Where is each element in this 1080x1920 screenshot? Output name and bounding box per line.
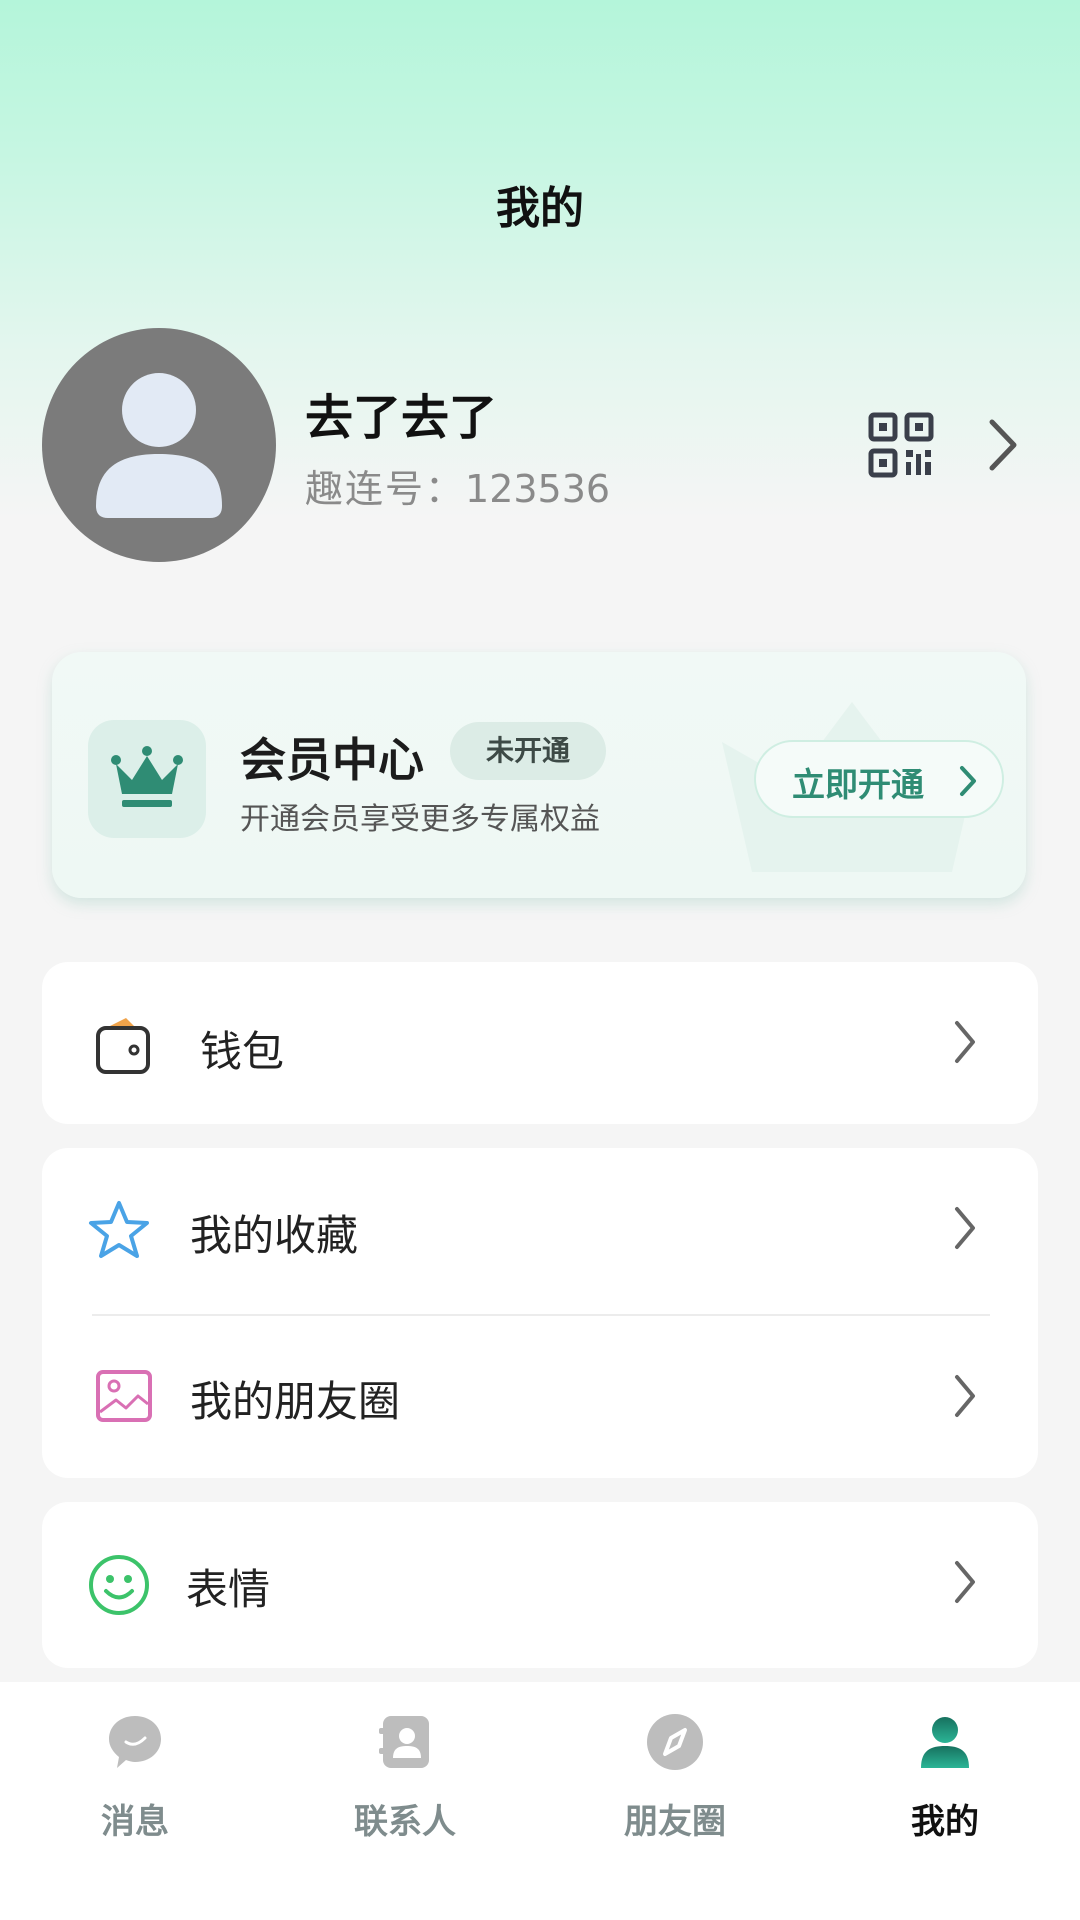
crown-icon (111, 746, 183, 807)
menu-label-stickers: 表情 (186, 1565, 271, 1614)
menu-item-favorites[interactable]: 我的收藏 (42, 1148, 1038, 1308)
wallet-icon (96, 1018, 150, 1074)
open-vip-button[interactable]: 立即开通 (754, 740, 1004, 818)
tab-moments[interactable]: 朋友圈 (540, 1682, 810, 1882)
default-user-icon (96, 373, 222, 518)
avatar[interactable] (42, 328, 276, 562)
qr-code-icon[interactable] (868, 412, 934, 478)
tab-contacts[interactable]: 联系人 (270, 1682, 540, 1882)
menu-label-moments: 我的朋友圈 (190, 1377, 401, 1426)
chevron-right-icon (955, 1561, 975, 1603)
vip-center-card[interactable]: 会员中心 未开通 开通会员享受更多专属权益 立即开通 (52, 652, 1026, 898)
account-id-label: 趣连号： (305, 467, 466, 511)
picture-icon (96, 1370, 152, 1422)
account-id-value: 123536 (465, 467, 611, 511)
person-icon (921, 1717, 969, 1768)
menu-item-stickers[interactable]: 表情 (42, 1502, 1038, 1662)
menu-item-moments[interactable]: 我的朋友圈 (42, 1316, 1038, 1476)
chevron-right-icon (955, 1375, 975, 1417)
chat-bubble-icon (109, 1716, 161, 1768)
tab-label-me: 我的 (911, 1802, 979, 1842)
smile-icon (89, 1555, 149, 1615)
vip-status-badge: 未开通 (450, 722, 606, 780)
wallet-card: 钱包 (42, 962, 1038, 1124)
vip-icon-box (88, 720, 206, 838)
tab-label-messages: 消息 (101, 1802, 169, 1842)
page-title: 我的 (496, 183, 584, 234)
menu-label-wallet: 钱包 (200, 1027, 285, 1076)
chevron-right-icon (960, 766, 976, 796)
contacts-icon (379, 1716, 429, 1768)
chevron-right-icon (955, 1021, 975, 1063)
collection-card: 我的收藏 我的朋友圈 (42, 1148, 1038, 1478)
bottom-tab-bar: 消息 联系人 朋友圈 我的 (0, 1682, 1080, 1920)
star-icon (89, 1201, 149, 1258)
compass-icon (647, 1714, 703, 1770)
tab-label-contacts: 联系人 (354, 1802, 456, 1842)
nickname: 去了去了 (305, 390, 498, 446)
profile-chevron-right-icon[interactable] (982, 412, 1026, 478)
tab-me[interactable]: 我的 (810, 1682, 1080, 1882)
profile-screen: 我的 去了去了 趣连号：123536 会员中心 未开通 开通会员享受更多专属权益… (0, 0, 1080, 1920)
tab-messages[interactable]: 消息 (0, 1682, 270, 1882)
chevron-right-icon (955, 1207, 975, 1249)
menu-label-favorites: 我的收藏 (190, 1211, 359, 1260)
stickers-card: 表情 (42, 1502, 1038, 1668)
menu-item-wallet[interactable]: 钱包 (42, 962, 1038, 1122)
open-vip-button-label: 立即开通 (792, 765, 924, 804)
account-id: 趣连号：123536 (305, 458, 610, 513)
tab-label-moments: 朋友圈 (624, 1802, 726, 1842)
vip-description: 开通会员享受更多专属权益 (240, 802, 600, 837)
vip-title: 会员中心 (240, 733, 424, 787)
